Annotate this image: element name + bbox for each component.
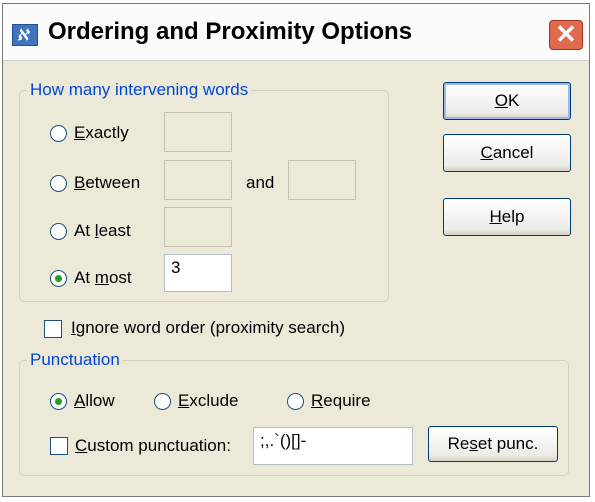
intervening-words-legend: How many intervening words [30,80,249,99]
custom-punctuation-input[interactable]: ;,.`()[]- [253,427,413,465]
at-least-input[interactable] [164,207,232,247]
cancel-button[interactable]: Cancel [443,134,571,172]
app-icon: ℵ [12,24,38,46]
at-least-radio[interactable] [50,223,67,240]
ignore-word-order-checkbox[interactable] [44,320,62,338]
allow-radio[interactable] [50,393,67,410]
require-label[interactable]: Require [311,391,371,411]
punctuation-legend: Punctuation [30,350,120,369]
title-bar[interactable]: ℵ Ordering and Proximity Options ✕ [3,4,589,61]
exclude-label[interactable]: Exclude [178,391,238,411]
at-most-input[interactable]: 3 [164,254,232,292]
between-label[interactable]: Between [74,173,140,193]
help-button[interactable]: Help [443,198,571,236]
between-from-input[interactable] [164,160,232,200]
close-icon[interactable]: ✕ [549,20,583,50]
exactly-input[interactable] [164,112,232,152]
at-least-label[interactable]: At least [74,221,131,241]
custom-punctuation-label[interactable]: Custom punctuation: [75,436,231,456]
ordering-proximity-dialog: ℵ Ordering and Proximity Options ✕ How m… [2,3,590,497]
allow-label[interactable]: Allow [74,391,115,411]
ignore-word-order-label[interactable]: Ignore word order (proximity search) [71,318,345,338]
between-to-input[interactable] [288,160,356,200]
at-most-label[interactable]: At most [74,268,132,288]
dialog-title: Ordering and Proximity Options [48,18,413,45]
reset-punctuation-button[interactable]: Reset punc. [428,426,558,462]
ok-button[interactable]: OK [443,82,571,120]
custom-punctuation-checkbox[interactable] [50,437,68,455]
require-radio[interactable] [287,393,304,410]
at-most-radio[interactable] [50,270,67,287]
exclude-radio[interactable] [154,393,171,410]
exactly-radio[interactable] [50,125,67,142]
between-and-label: and [246,173,275,192]
between-radio[interactable] [50,175,67,192]
exactly-label[interactable]: Exactly [74,123,129,143]
